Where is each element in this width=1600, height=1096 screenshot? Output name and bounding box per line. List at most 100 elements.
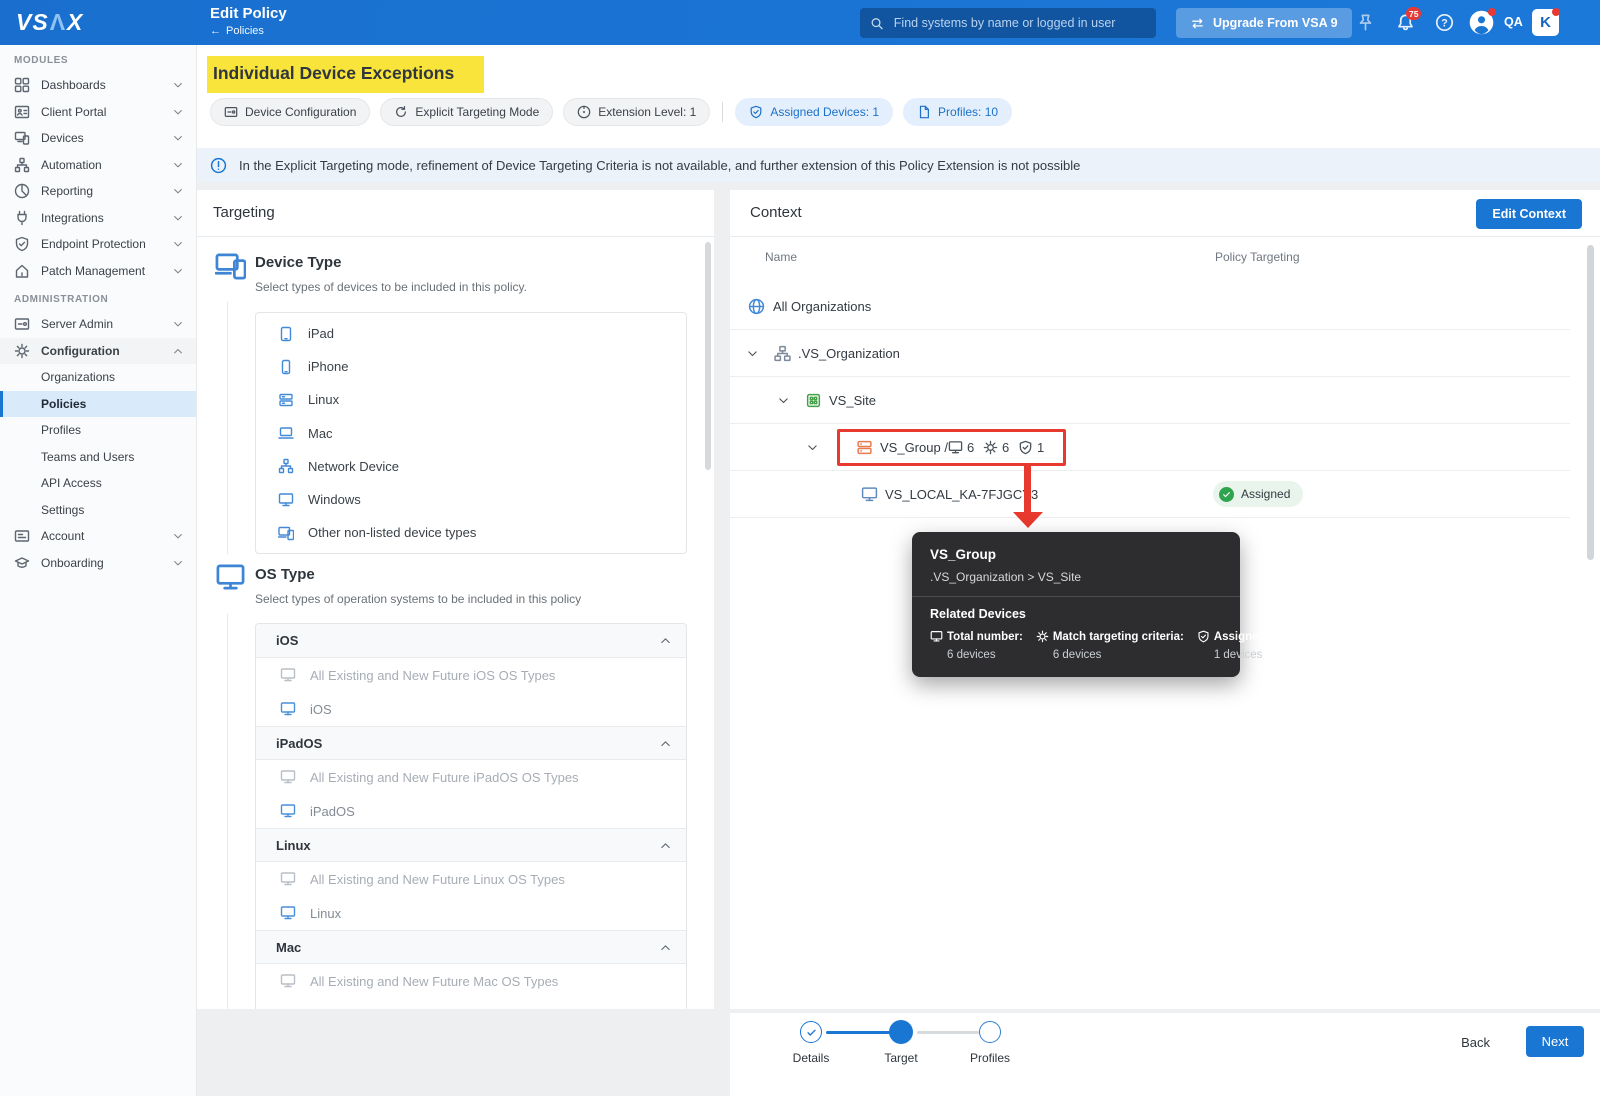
os-type-title: OS Type [255,566,315,583]
os-item-ipados[interactable]: iPadOS [256,794,686,828]
check-circle-icon [1219,486,1234,502]
tree-row-vs-group[interactable]: VS_Group / 6 6 1 [730,424,1570,471]
tree-row-vs-local-device[interactable]: VS_LOCAL_KA-7FJGCY3 Assigned [730,471,1570,518]
group-details-tooltip: VS_Group .VS_Organization > VS_Site Rela… [912,532,1283,677]
extension-level-icon [577,105,591,119]
swap-icon [1190,16,1205,31]
os-item-all-ipados[interactable]: All Existing and New Future iPadOS OS Ty… [256,760,686,794]
step-details-done-icon[interactable] [800,1021,822,1043]
monitor-icon [930,630,943,643]
pin-icon[interactable] [1356,13,1375,32]
monitor-icon [280,871,296,887]
tree-row-all-organizations[interactable]: All Organizations [730,283,1570,330]
sidebar-item-automation[interactable]: Automation [0,152,196,179]
account-icon [14,528,30,544]
vsax-logo[interactable]: VS Λ X [16,9,83,36]
step-target-current-icon[interactable] [889,1020,913,1044]
stat-total-number: Total number: 6 devices [930,630,1023,661]
sidebar-item-policies[interactable]: Policies [0,390,196,417]
sidebar-item-server-admin[interactable]: Server Admin [0,311,196,338]
back-button[interactable]: Back [1461,1035,1490,1050]
org-chart-icon [774,345,791,362]
os-item-all-linux[interactable]: All Existing and New Future Linux OS Typ… [256,862,686,896]
sidebar-item-patch-management[interactable]: Patch Management [0,258,196,285]
sidebar-item-integrations[interactable]: Integrations [0,205,196,232]
next-button[interactable]: Next [1526,1026,1584,1057]
os-item-ios[interactable]: iOS [256,692,686,726]
dashboards-icon [14,77,30,93]
kaseya-app-icon[interactable]: K [1532,8,1560,36]
sidebar-item-teams-and-users[interactable]: Teams and Users [0,444,196,471]
chip-extension-level[interactable]: Extension Level: 1 [563,98,711,126]
edit-context-button[interactable]: Edit Context [1476,199,1582,229]
breadcrumb[interactable]: ← Policies [210,25,287,37]
sidebar-item-endpoint-protection[interactable]: Endpoint Protection [0,231,196,258]
annotation-arrow-shaft [1024,466,1031,512]
sidebar-item-organizations[interactable]: Organizations [0,364,196,391]
chip-device-configuration[interactable]: Device Configuration [210,98,371,126]
chip-explicit-targeting-mode[interactable]: Explicit Targeting Mode [380,98,554,126]
device-type-ipad[interactable]: iPad [256,317,686,350]
site-building-icon [805,392,822,409]
device-type-linux[interactable]: Linux [256,383,686,416]
device-type-iphone[interactable]: iPhone [256,350,686,383]
sidebar-item-devices[interactable]: Devices [0,125,196,152]
help-icon[interactable] [1435,13,1454,32]
upgrade-button[interactable]: Upgrade From VSA 9 [1176,8,1352,38]
shield-check-icon [14,236,30,252]
tree-row-vs-site[interactable]: VS_Site [730,377,1570,424]
sidebar-nav: MODULES Dashboards Client Portal Devices… [0,45,197,1096]
os-item-all-ios[interactable]: All Existing and New Future iOS OS Types [256,658,686,692]
page-heading-group: Edit Policy ← Policies [210,4,287,37]
wizard-footer: Details Target Profiles Back Next [730,1013,1600,1096]
sidebar-item-profiles[interactable]: Profiles [0,417,196,444]
sidebar-item-account[interactable]: Account [0,523,196,550]
search-input[interactable] [891,15,1146,31]
sidebar-item-api-access[interactable]: API Access [0,470,196,497]
refresh-icon [394,105,408,119]
sidebar-item-reporting[interactable]: Reporting [0,178,196,205]
os-item-all-mac[interactable]: All Existing and New Future Mac OS Types [256,964,686,998]
tree-row-vs-organization[interactable]: .VS_Organization [730,330,1570,377]
chevron-down-icon[interactable] [806,441,819,454]
device-type-other[interactable]: Other non-listed device types [256,516,686,549]
chip-assigned-devices[interactable]: Assigned Devices: 1 [735,98,894,126]
os-group-mac[interactable]: Mac [256,930,686,964]
context-scrollbar[interactable] [1587,245,1594,560]
shield-check-icon [749,105,763,119]
step-label-target: Target [884,1051,918,1065]
policy-header: Individual Device Exceptions Device Conf… [197,45,1600,148]
targeting-scrollbar[interactable] [705,242,711,470]
chevron-down-icon [172,530,184,542]
shield-check-icon [1197,630,1210,643]
user-avatar[interactable] [1468,8,1496,36]
device-type-icon [215,250,246,281]
chevron-down-icon[interactable] [746,347,759,360]
notifications-bell-icon[interactable]: 75 [1396,7,1422,32]
device-type-windows[interactable]: Windows [256,483,686,516]
sidebar-item-dashboards[interactable]: Dashboards [0,72,196,99]
chip-divider [722,102,724,122]
chip-profiles[interactable]: Profiles: 10 [903,98,1013,126]
os-group-ios[interactable]: iOS [256,624,686,658]
global-search[interactable] [860,8,1156,38]
automation-icon [14,157,30,173]
user-label[interactable]: QA [1504,15,1523,29]
device-type-network-device[interactable]: Network Device [256,450,686,483]
device-type-mac[interactable]: Mac [256,417,686,450]
os-group-linux[interactable]: Linux [256,828,686,862]
kaseya-alert-dot [1552,8,1560,16]
chevron-down-icon[interactable] [777,394,790,407]
sidebar-item-configuration[interactable]: Configuration [0,337,196,364]
step-profiles-todo-icon[interactable] [979,1021,1001,1043]
sidebar-item-settings[interactable]: Settings [0,497,196,524]
chevron-up-icon [659,634,672,647]
info-exclamation-icon [210,157,227,174]
sidebar-item-client-portal[interactable]: Client Portal [0,99,196,126]
os-group-ipados[interactable]: iPadOS [256,726,686,760]
os-type-subtitle: Select types of operation systems to be … [255,592,582,606]
os-type-accordion: iOS All Existing and New Future iOS OS T… [255,623,687,1009]
os-item-linux[interactable]: Linux [256,896,686,930]
sidebar-item-onboarding[interactable]: Onboarding [0,550,196,577]
monitor-icon [280,701,296,717]
